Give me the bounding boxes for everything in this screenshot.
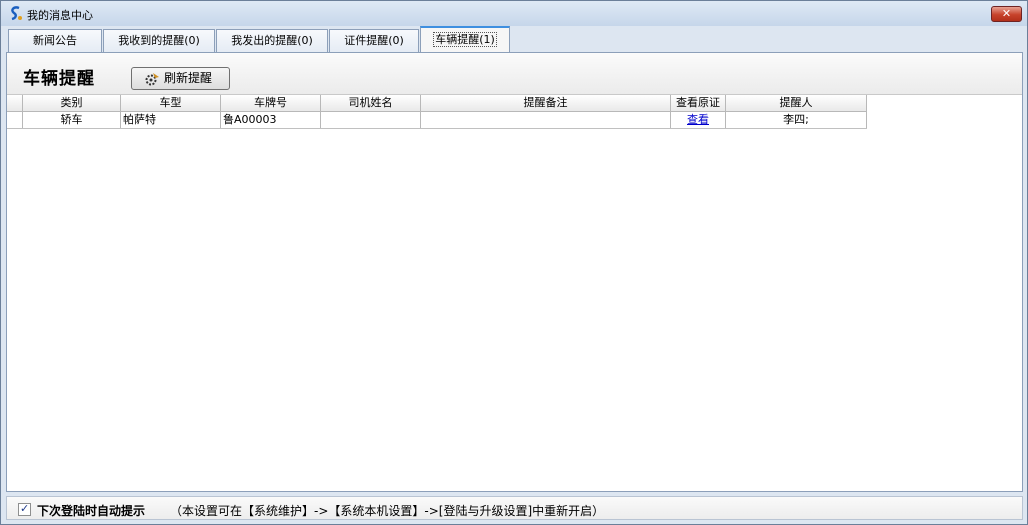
cell-category: 轿车 (23, 112, 121, 128)
tab-label: 新闻公告 (33, 34, 77, 47)
grid-header: 类别 车型 车牌号 司机姓名 提醒备注 查看原证 提醒人 (7, 95, 867, 112)
cell-view: 查看 (671, 112, 726, 128)
close-button[interactable]: ✕ (991, 6, 1022, 22)
tab-certificate-reminders[interactable]: 证件提醒(0) (329, 29, 419, 53)
refresh-button[interactable]: 刷新提醒 (131, 67, 230, 90)
cell-model: 帕萨特 (121, 112, 221, 128)
cell-driver (321, 112, 421, 128)
cell-plate: 鲁A00003 (221, 112, 321, 128)
auto-prompt-checkbox[interactable]: ✓ (18, 502, 31, 516)
tab-strip: 新闻公告 我收到的提醒(0) 我发出的提醒(0) 证件提醒(0) 车辆提醒(1) (6, 26, 1023, 53)
tab-label: 车辆提醒(1) (433, 32, 497, 47)
message-center-window: 我的消息中心 ✕ 新闻公告 我收到的提醒(0) 我发出的提醒(0) 证件提醒(0… (0, 0, 1028, 525)
vehicle-reminder-grid: 类别 车型 车牌号 司机姓名 提醒备注 查看原证 提醒人 轿车 帕萨特 鲁A00… (7, 95, 1022, 491)
tab-label: 我收到的提醒(0) (118, 34, 200, 47)
window-title: 我的消息中心 (27, 9, 93, 22)
gear-arrow-icon (145, 73, 159, 86)
column-header-category[interactable]: 类别 (23, 95, 121, 111)
cell-reminder: 李四; (726, 112, 867, 128)
column-header-view[interactable]: 查看原证 (671, 95, 726, 111)
section-title: 车辆提醒 (23, 69, 95, 89)
title-bar: 我的消息中心 ✕ (1, 1, 1027, 26)
auto-prompt-note: （本设置可在【系统维护】->【系统本机设置】->[登陆与升级设置]中重新开启） (170, 504, 605, 518)
content-panel: 车辆提醒 刷新提醒 类别 车型 车牌号 司机姓名 提醒备注 查看原证 提醒人 轿… (6, 52, 1023, 492)
tab-news[interactable]: 新闻公告 (8, 29, 102, 53)
column-header-model[interactable]: 车型 (121, 95, 221, 111)
auto-prompt-label[interactable]: 下次登陆时自动提示 (37, 502, 145, 519)
tab-label: 证件提醒(0) (344, 34, 404, 47)
column-header-driver[interactable]: 司机姓名 (321, 95, 421, 111)
column-header-plate[interactable]: 车牌号 (221, 95, 321, 111)
tab-label: 我发出的提醒(0) (231, 34, 313, 47)
tab-received-reminders[interactable]: 我收到的提醒(0) (103, 29, 215, 53)
footer-bar: ✓ 下次登陆时自动提示 （本设置可在【系统维护】->【系统本机设置】->[登陆与… (6, 496, 1023, 520)
row-selector-header (7, 95, 23, 111)
column-header-note[interactable]: 提醒备注 (421, 95, 671, 111)
cell-note (421, 112, 671, 128)
table-row[interactable]: 轿车 帕萨特 鲁A00003 查看 李四; (7, 112, 867, 129)
tab-sent-reminders[interactable]: 我发出的提醒(0) (216, 29, 328, 53)
column-header-reminder[interactable]: 提醒人 (726, 95, 867, 111)
tab-vehicle-reminders[interactable]: 车辆提醒(1) (420, 26, 510, 53)
refresh-button-label: 刷新提醒 (164, 71, 213, 85)
row-selector[interactable] (7, 112, 23, 128)
app-logo-icon (11, 6, 22, 21)
view-certificate-link[interactable]: 查看 (687, 113, 709, 126)
section-header: 车辆提醒 刷新提醒 (7, 53, 1022, 95)
check-icon: ✓ (20, 502, 30, 515)
